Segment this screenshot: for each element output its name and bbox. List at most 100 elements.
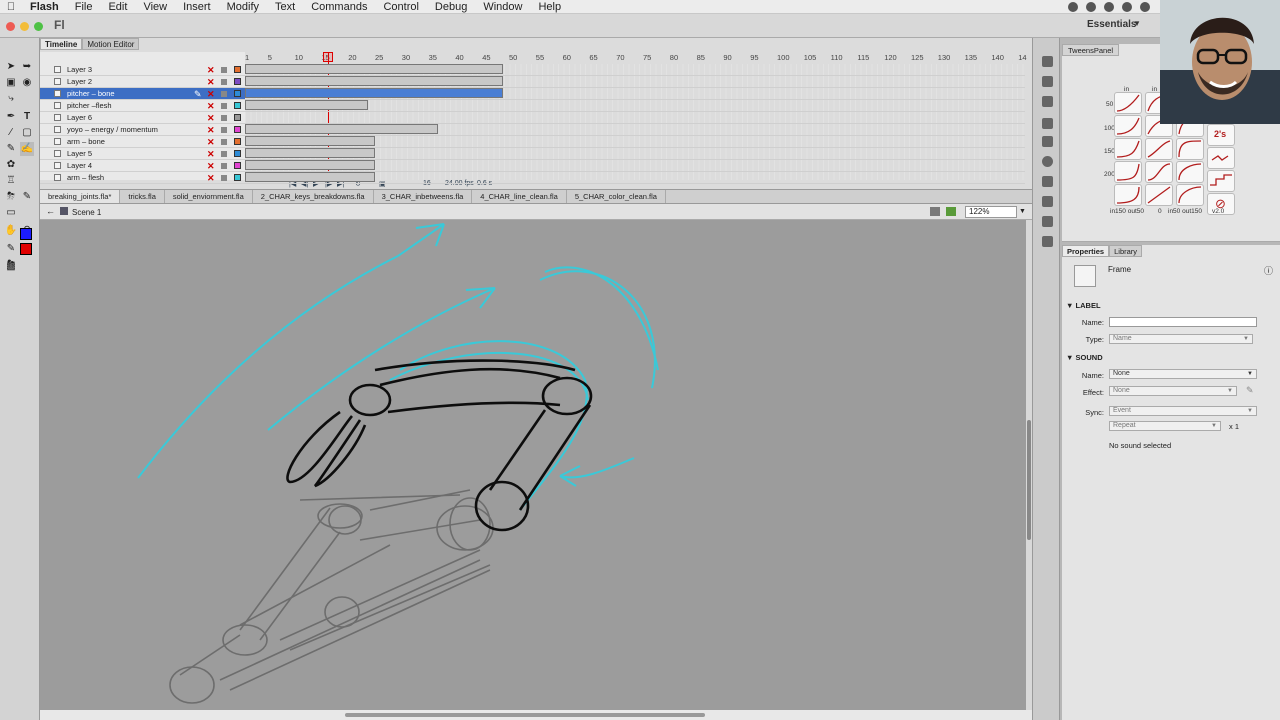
close-window-button[interactable] [6,22,15,31]
subselection-tool-icon[interactable]: ➥ [20,60,34,74]
brush-tool-icon[interactable]: ✍ [20,142,34,156]
menu-insert[interactable]: Insert [175,1,219,13]
menu-commands[interactable]: Commands [303,1,375,13]
tab-tweens-panel[interactable]: TweensPanel [1062,44,1120,56]
ease-preset-button[interactable] [1176,161,1204,183]
document-tab[interactable]: tricks.fla [120,190,165,203]
zoom-window-button[interactable] [34,22,43,31]
frame-row[interactable] [245,100,1025,112]
zoom-field[interactable]: 122% [965,206,1017,218]
hidden-x-icon[interactable]: ✕ [207,88,215,100]
line-tool-icon[interactable]: ∕ [4,126,18,140]
keyframe-span[interactable] [245,76,503,86]
layer-name[interactable]: Layer 4 [67,160,92,172]
panel-icon[interactable] [1042,136,1053,147]
hidden-x-icon[interactable]: ✕ [207,136,215,148]
menu-control[interactable]: Control [375,1,426,13]
scene-label[interactable]: Scene 1 [72,208,101,217]
free-transform-tool-icon[interactable]: ▣ [4,76,18,90]
ease-preset-button[interactable] [1114,115,1142,137]
status-icon[interactable] [1104,1,1114,12]
panel-icon[interactable] [1042,76,1053,87]
ease-preset-button[interactable] [1207,170,1235,192]
document-tab[interactable]: 5_CHAR_color_clean.fla [567,190,666,203]
eraser-tool-icon[interactable]: ▭ [4,206,18,220]
workspace-switcher[interactable]: Essentials [1087,19,1136,30]
layer-name[interactable]: arm – bone [67,136,105,148]
frame-row[interactable] [245,148,1025,160]
layer-color-swatch[interactable] [234,114,241,121]
hand-tool-icon[interactable]: ✋ [4,224,18,238]
frame-row[interactable] [245,136,1025,148]
keyframe-span[interactable] [245,160,375,170]
panel-icon[interactable] [1042,216,1053,227]
layer-color-swatch[interactable] [234,78,241,85]
keyframe-span[interactable] [245,124,438,134]
layer-color-swatch[interactable] [234,102,241,109]
info-icon[interactable] [1042,156,1053,167]
stroke-color-swatch[interactable] [20,228,32,240]
document-tab[interactable]: solid_enviornment.fla [165,190,253,203]
ease-preset-button[interactable] [1114,161,1142,183]
horizontal-scrollbar[interactable] [40,710,1032,720]
keyframe-span[interactable] [245,64,503,74]
frame-row[interactable] [245,88,1025,100]
ease-preset-button[interactable] [1114,184,1142,206]
document-tab[interactable]: 2_CHAR_keys_breakdowns.fla [253,190,374,203]
keyframe-span[interactable] [245,136,375,146]
panel-icon[interactable] [1042,56,1053,67]
layer-color-swatch[interactable] [234,150,241,157]
swap-colors-icon[interactable]: ▩ [4,260,18,274]
menu-edit[interactable]: Edit [100,1,135,13]
menu-window[interactable]: Window [475,1,530,13]
layer-row[interactable]: Layer 2 ✕ [40,76,245,88]
layer-row[interactable]: Layer 4 ✕ [40,160,245,172]
layer-color-swatch[interactable] [234,138,241,145]
apple-icon[interactable]:  [0,1,22,13]
repeat-select[interactable]: Repeat ▼ [1109,421,1221,431]
tab-motion-editor[interactable]: Motion Editor [82,38,140,50]
scroll-thumb[interactable] [1027,420,1031,540]
label-section[interactable]: ▼ LABEL [1066,301,1101,310]
tab-timeline[interactable]: Timeline [40,38,83,50]
frame-name-input[interactable] [1109,317,1257,327]
layer-name[interactable]: Layer 6 [67,112,92,124]
ease-preset-button[interactable] [1114,138,1142,160]
layer-name[interactable]: Layer 3 [67,64,92,76]
lock-icon[interactable] [221,79,227,85]
lock-icon[interactable] [221,139,227,145]
ease-preset-button[interactable] [1176,184,1204,206]
hidden-x-icon[interactable]: ✕ [207,112,215,124]
tab-library[interactable]: Library [1109,245,1143,257]
scroll-thumb[interactable] [345,713,705,717]
menu-text[interactable]: Text [267,1,303,13]
layer-name[interactable]: Layer 5 [67,148,92,160]
layer-row[interactable]: Layer 5 ✕ [40,148,245,160]
paint-bucket-tool-icon[interactable]: ⛈ [4,190,18,204]
deco-tool-icon[interactable]: ✿ [4,158,18,172]
rectangle-tool-icon[interactable]: ▢ [20,126,34,140]
layer-row[interactable]: arm – bone ✕ [40,136,245,148]
lock-icon[interactable] [221,67,227,73]
repeat-count[interactable]: x 1 [1229,422,1239,431]
keyframe-span[interactable] [245,88,503,98]
lasso-tool-icon[interactable]: ⤷ [4,92,18,106]
menu-modify[interactable]: Modify [219,1,267,13]
3d-rotation-tool-icon[interactable]: ◉ [20,76,34,90]
fill-color-swatch[interactable] [20,243,32,255]
ease-preset-button[interactable] [1176,138,1204,160]
panel-icon[interactable] [1042,118,1053,129]
frame-row[interactable] [245,124,1025,136]
sound-section[interactable]: ▼ SOUND [1066,353,1103,362]
ease-preset-button[interactable] [1114,92,1142,114]
lock-icon[interactable] [221,91,227,97]
hidden-x-icon[interactable]: ✕ [207,124,215,136]
hidden-x-icon[interactable]: ✕ [207,100,215,112]
dropbox-icon[interactable] [1086,1,1096,12]
layer-color-swatch[interactable] [234,90,241,97]
status-icon[interactable] [1068,1,1078,12]
chevron-down-icon[interactable]: ▼ [1133,19,1141,28]
document-tab[interactable]: breaking_joints.fla* [40,190,121,203]
align-icon[interactable] [1042,176,1053,187]
back-arrow-icon[interactable]: ← [46,206,55,216]
